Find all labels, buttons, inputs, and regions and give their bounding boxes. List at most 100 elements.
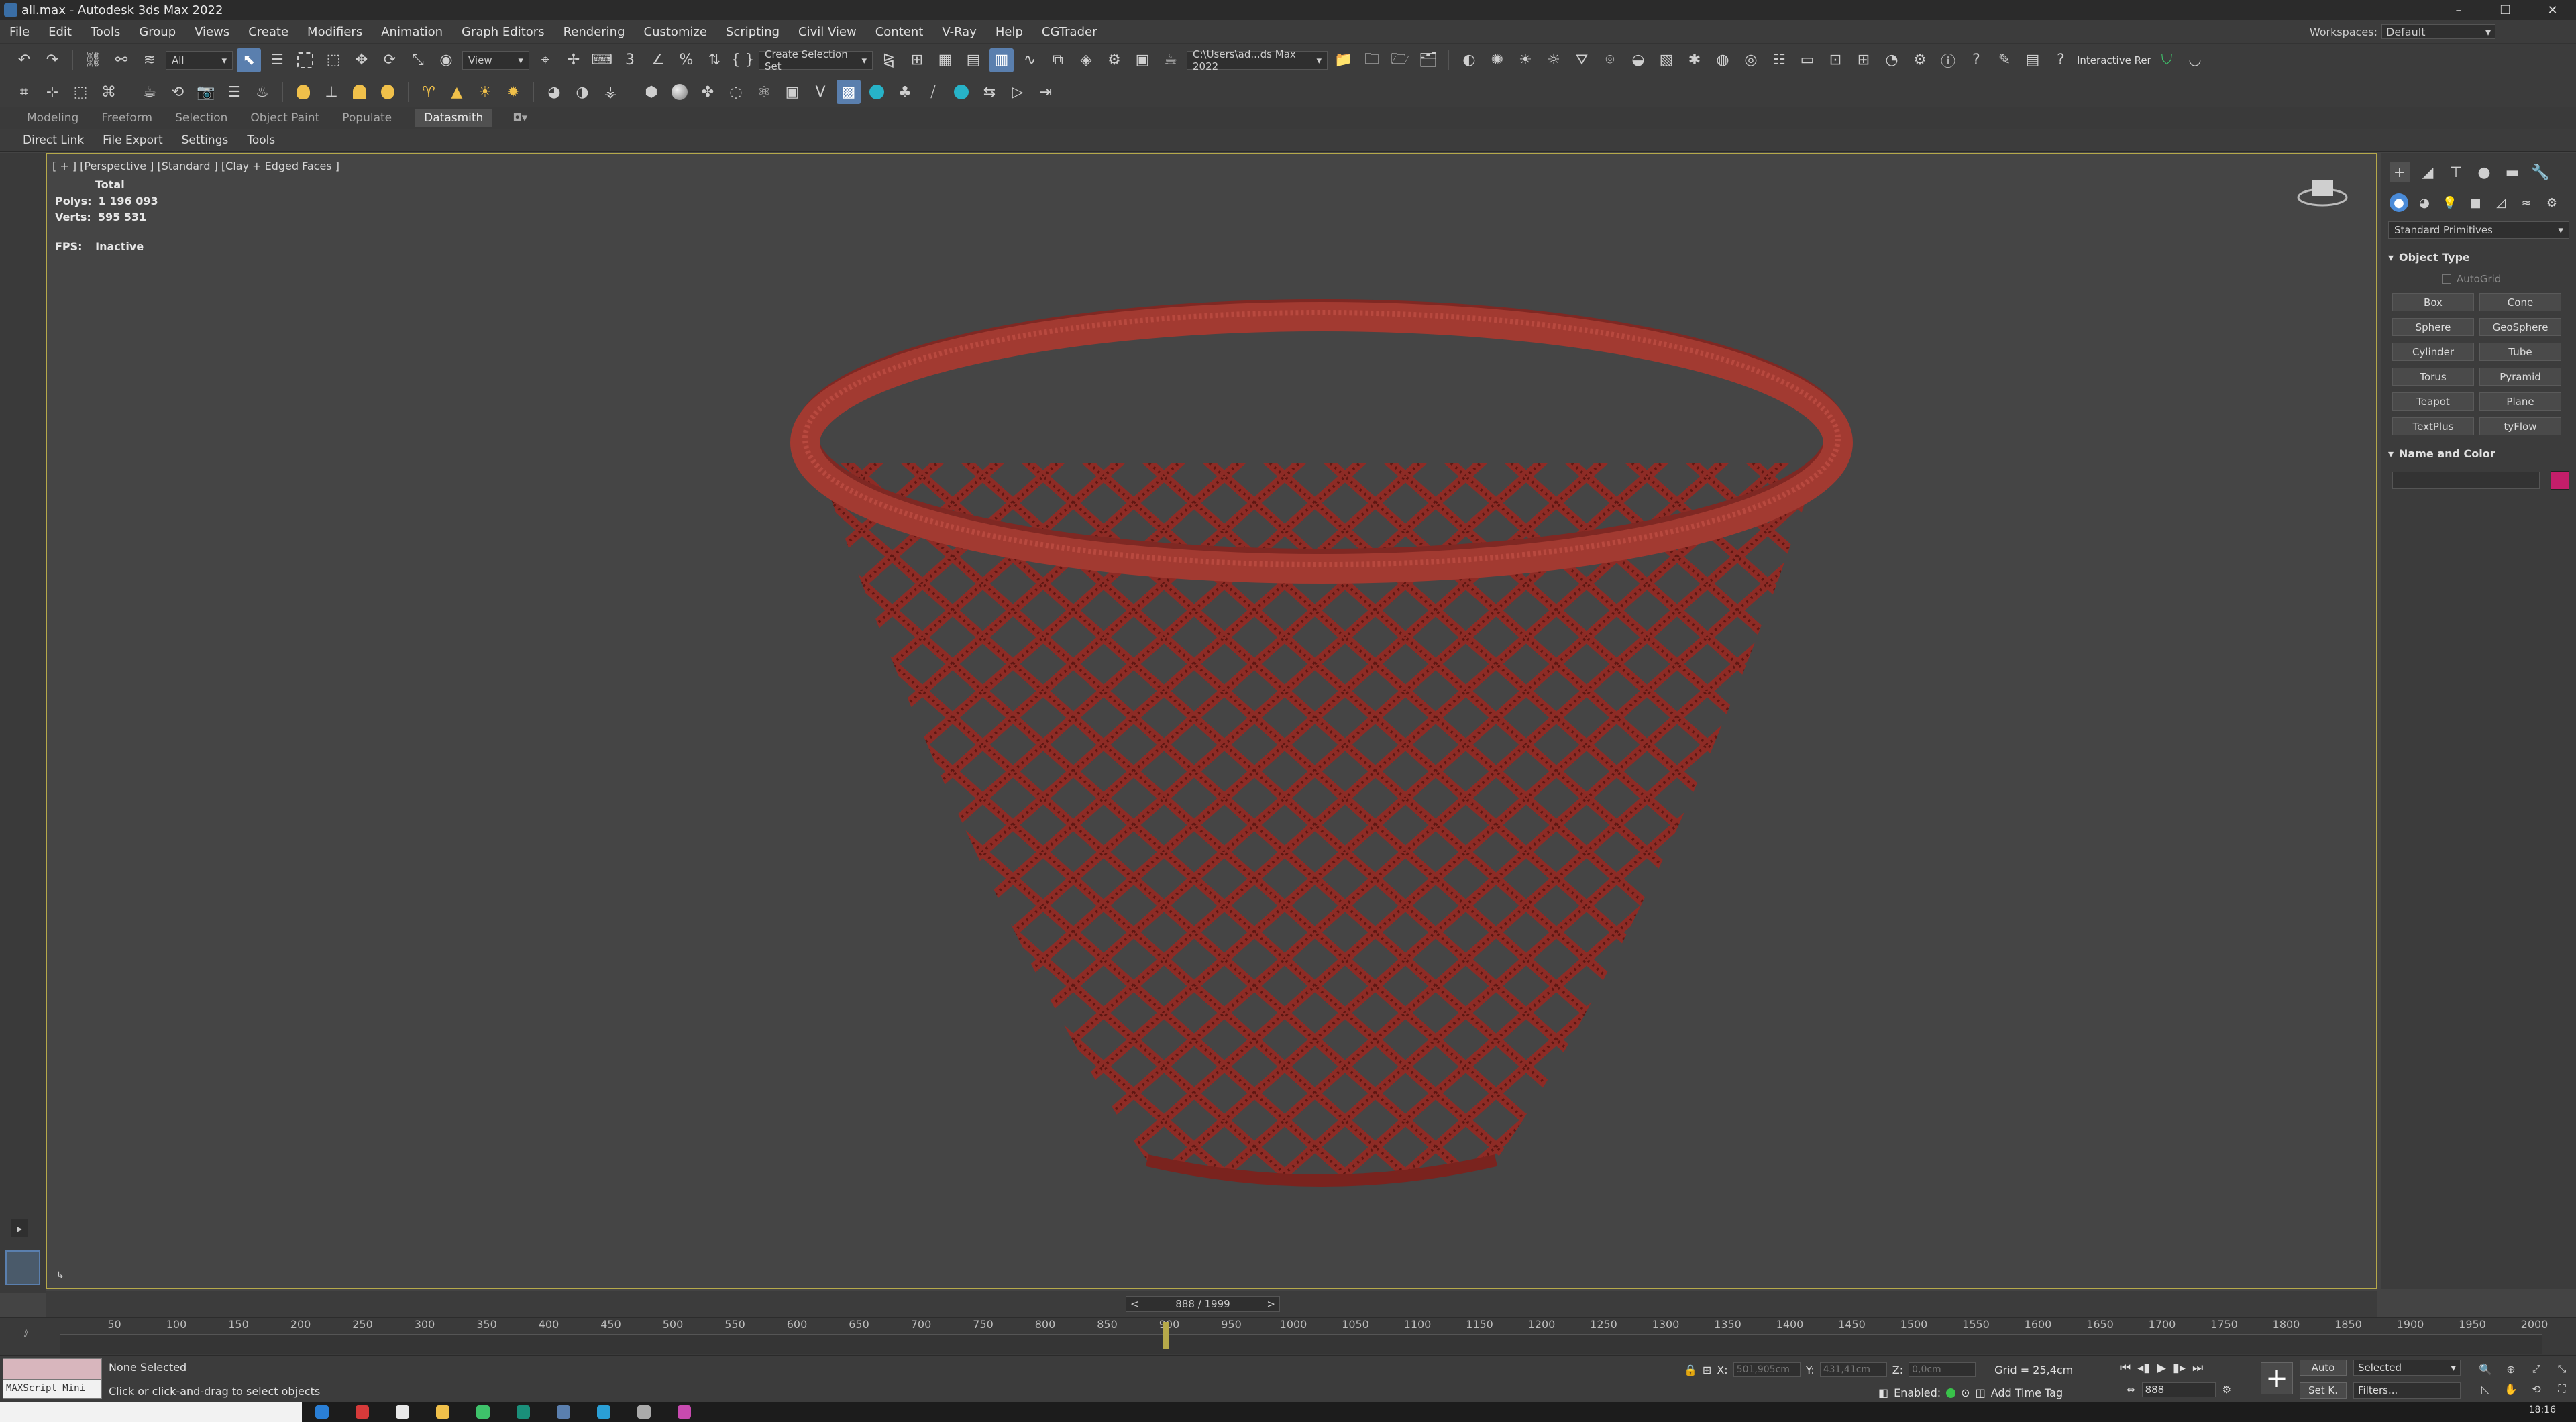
material-slots-icon[interactable]: ◌ <box>724 80 748 104</box>
menu-views[interactable]: Views <box>185 25 239 39</box>
field-of-view-icon[interactable]: ◺ <box>2475 1381 2496 1397</box>
environment-icon[interactable]: ◑ <box>570 80 594 104</box>
menu-civil-view[interactable]: Civil View <box>789 25 866 39</box>
pivot-center-icon[interactable]: ⌖ <box>533 48 557 72</box>
go-to-end-icon[interactable]: ⏭ <box>2192 1361 2203 1375</box>
vray-plane-icon[interactable]: ▭ <box>1795 48 1819 72</box>
curve-editor-icon[interactable]: ∿ <box>1018 48 1042 72</box>
save-folder-icon[interactable]: 🗁 <box>1388 48 1412 72</box>
geometry-icon[interactable]: ● <box>2390 193 2408 212</box>
perspective-viewport[interactable]: [ + ] [Perspective ] [Standard ] [Clay +… <box>46 153 2377 1289</box>
edit-named-selection-icon[interactable]: { } <box>731 48 755 72</box>
menu-tools[interactable]: Tools <box>81 25 129 39</box>
angle-snap-icon[interactable]: ∠ <box>646 48 670 72</box>
auto-key-button[interactable]: Auto <box>2300 1360 2347 1376</box>
zoom-all-icon[interactable]: ⊕ <box>2501 1361 2521 1377</box>
railclone-icon[interactable]: ⧸ <box>921 80 945 104</box>
toggle-layer-explorer-icon[interactable]: ▤ <box>961 48 985 72</box>
taskbar-app-icon[interactable] <box>664 1402 704 1422</box>
menu-graph-editors[interactable]: Graph Editors <box>452 25 554 39</box>
next-key-icon[interactable]: ▮▸ <box>2173 1361 2186 1375</box>
timeline-ruler[interactable]: 50 100 150 200 250 300 350 400 450 500 550 600 650 70… <box>60 1318 2548 1356</box>
cameras-icon[interactable]: ■ <box>2466 193 2485 212</box>
extras-icon[interactable]: ⌘ <box>97 80 121 104</box>
forest-icon[interactable]: ♣ <box>893 80 917 104</box>
reference-coordinate-dropdown[interactable]: View ▾ <box>462 50 529 70</box>
select-manipulate-icon[interactable]: ✢ <box>561 48 586 72</box>
vray-render-icon[interactable]: ✺ <box>1485 48 1509 72</box>
scatter-icon[interactable] <box>865 80 889 104</box>
help-icon[interactable]: ? <box>2049 48 2073 72</box>
close-button[interactable]: ✕ <box>2529 0 2576 20</box>
vray-help-icon[interactable]: ? <box>1964 48 1988 72</box>
previous-key-icon[interactable]: ◂▮ <box>2137 1361 2150 1375</box>
current-frame-marker[interactable] <box>1162 1322 1169 1349</box>
render-setup-icon[interactable]: ⚙ <box>1102 48 1126 72</box>
tab-selection[interactable]: Selection <box>175 111 250 125</box>
sphere-button[interactable]: Sphere <box>2392 318 2474 336</box>
z-coordinate-field[interactable]: 0,0cm <box>1909 1362 1976 1377</box>
vray-frame-buffer-icon[interactable]: ◐ <box>1457 48 1481 72</box>
toggle-ribbon-icon[interactable]: ▥ <box>989 48 1014 72</box>
archive-folder-icon[interactable]: 🗂 <box>1416 48 1440 72</box>
menu-group[interactable]: Group <box>129 25 185 39</box>
light-cone-icon[interactable]: ▲ <box>445 80 469 104</box>
zoom-extents-all-icon[interactable]: ⤡ <box>2552 1361 2572 1377</box>
tab-modeling[interactable]: Modeling <box>27 111 101 125</box>
orbit-icon[interactable]: ⟲ <box>2526 1381 2546 1397</box>
mirror-icon[interactable]: ⧎ <box>877 48 901 72</box>
menu-vray[interactable]: V-Ray <box>932 25 986 39</box>
modify-tab-icon[interactable]: ◢ <box>2418 162 2438 182</box>
maxscript-listener[interactable]: MAXScript Mini <box>3 1358 102 1400</box>
subtab-file-export[interactable]: File Export <box>93 133 172 147</box>
vray-lister-icon[interactable]: ☷ <box>1767 48 1791 72</box>
taskbar-search[interactable] <box>0 1402 302 1422</box>
menu-create[interactable]: Create <box>239 25 298 39</box>
vray-decal-icon[interactable]: ◎ <box>1739 48 1763 72</box>
taskbar-app-icon[interactable] <box>342 1402 382 1422</box>
tab-freeform[interactable]: Freeform <box>101 111 175 125</box>
x-coordinate-field[interactable]: 501,905cm <box>1733 1362 1801 1377</box>
object-name-field[interactable] <box>2392 472 2540 489</box>
lamp-icon[interactable]: ♈ <box>417 80 441 104</box>
menu-modifiers[interactable]: Modifiers <box>298 25 372 39</box>
cylinder-button[interactable]: Cylinder <box>2392 343 2474 361</box>
open-folder-icon[interactable]: 🗀 <box>1360 48 1384 72</box>
geosphere-button[interactable]: GeoSphere <box>2479 318 2561 336</box>
tab-populate[interactable]: Populate <box>342 111 415 125</box>
add-time-tag[interactable]: Add Time Tag <box>1991 1386 2063 1399</box>
next-frame-icon[interactable]: > <box>1267 1298 1275 1310</box>
sky-light-icon[interactable] <box>347 80 372 104</box>
render-camera-icon[interactable]: 📷 <box>194 80 218 104</box>
menu-content[interactable]: Content <box>866 25 933 39</box>
filters-button[interactable]: Filters... <box>2353 1382 2461 1399</box>
utilities-tab-icon[interactable]: 🔧 <box>2530 162 2551 182</box>
render-teapot-icon[interactable]: ♨ <box>250 80 274 104</box>
plane-button[interactable]: Plane <box>2479 392 2561 411</box>
shapes-icon[interactable]: ◕ <box>2415 193 2434 212</box>
material-ball-icon[interactable] <box>667 80 692 104</box>
interactive-rendering-label[interactable]: Interactive Rendering <box>2077 54 2151 66</box>
vray-clipper-icon[interactable]: ⊡ <box>1823 48 1847 72</box>
current-frame-field[interactable]: 888 <box>2141 1382 2216 1397</box>
pyramid-button[interactable]: Pyramid <box>2479 368 2561 386</box>
camera-icon[interactable]: ◕ <box>542 80 566 104</box>
spinner-snap-icon[interactable]: ⇅ <box>702 48 727 72</box>
autogrid-checkbox[interactable] <box>2442 274 2451 284</box>
render-iterative-icon[interactable]: ⟲ <box>166 80 190 104</box>
scale-icon[interactable]: ⤡ <box>406 48 430 72</box>
material-map-icon[interactable]: ⚛ <box>752 80 776 104</box>
systems-icon[interactable]: ⚙ <box>2542 193 2561 212</box>
adaptive-degradation-icon[interactable]: ◧ <box>1878 1386 1888 1399</box>
primitive-category-dropdown[interactable]: Standard Primitives ▾ <box>2388 221 2569 239</box>
maximize-button[interactable]: ❐ <box>2482 0 2529 20</box>
menu-help[interactable]: Help <box>986 25 1032 39</box>
plugin-arrows-icon[interactable]: ⇆ <box>977 80 1002 104</box>
sign-in-icon[interactable]: ◡ <box>2183 48 2207 72</box>
hierarchy-tab-icon[interactable]: ⊤ <box>2446 162 2466 182</box>
pan-icon[interactable]: ✋ <box>2501 1381 2521 1397</box>
y-coordinate-field[interactable]: 431,41cm <box>1819 1362 1887 1377</box>
create-tab-icon[interactable]: + <box>2390 162 2410 182</box>
viewcube-icon[interactable] <box>2296 174 2349 208</box>
minimize-button[interactable]: – <box>2435 0 2482 20</box>
